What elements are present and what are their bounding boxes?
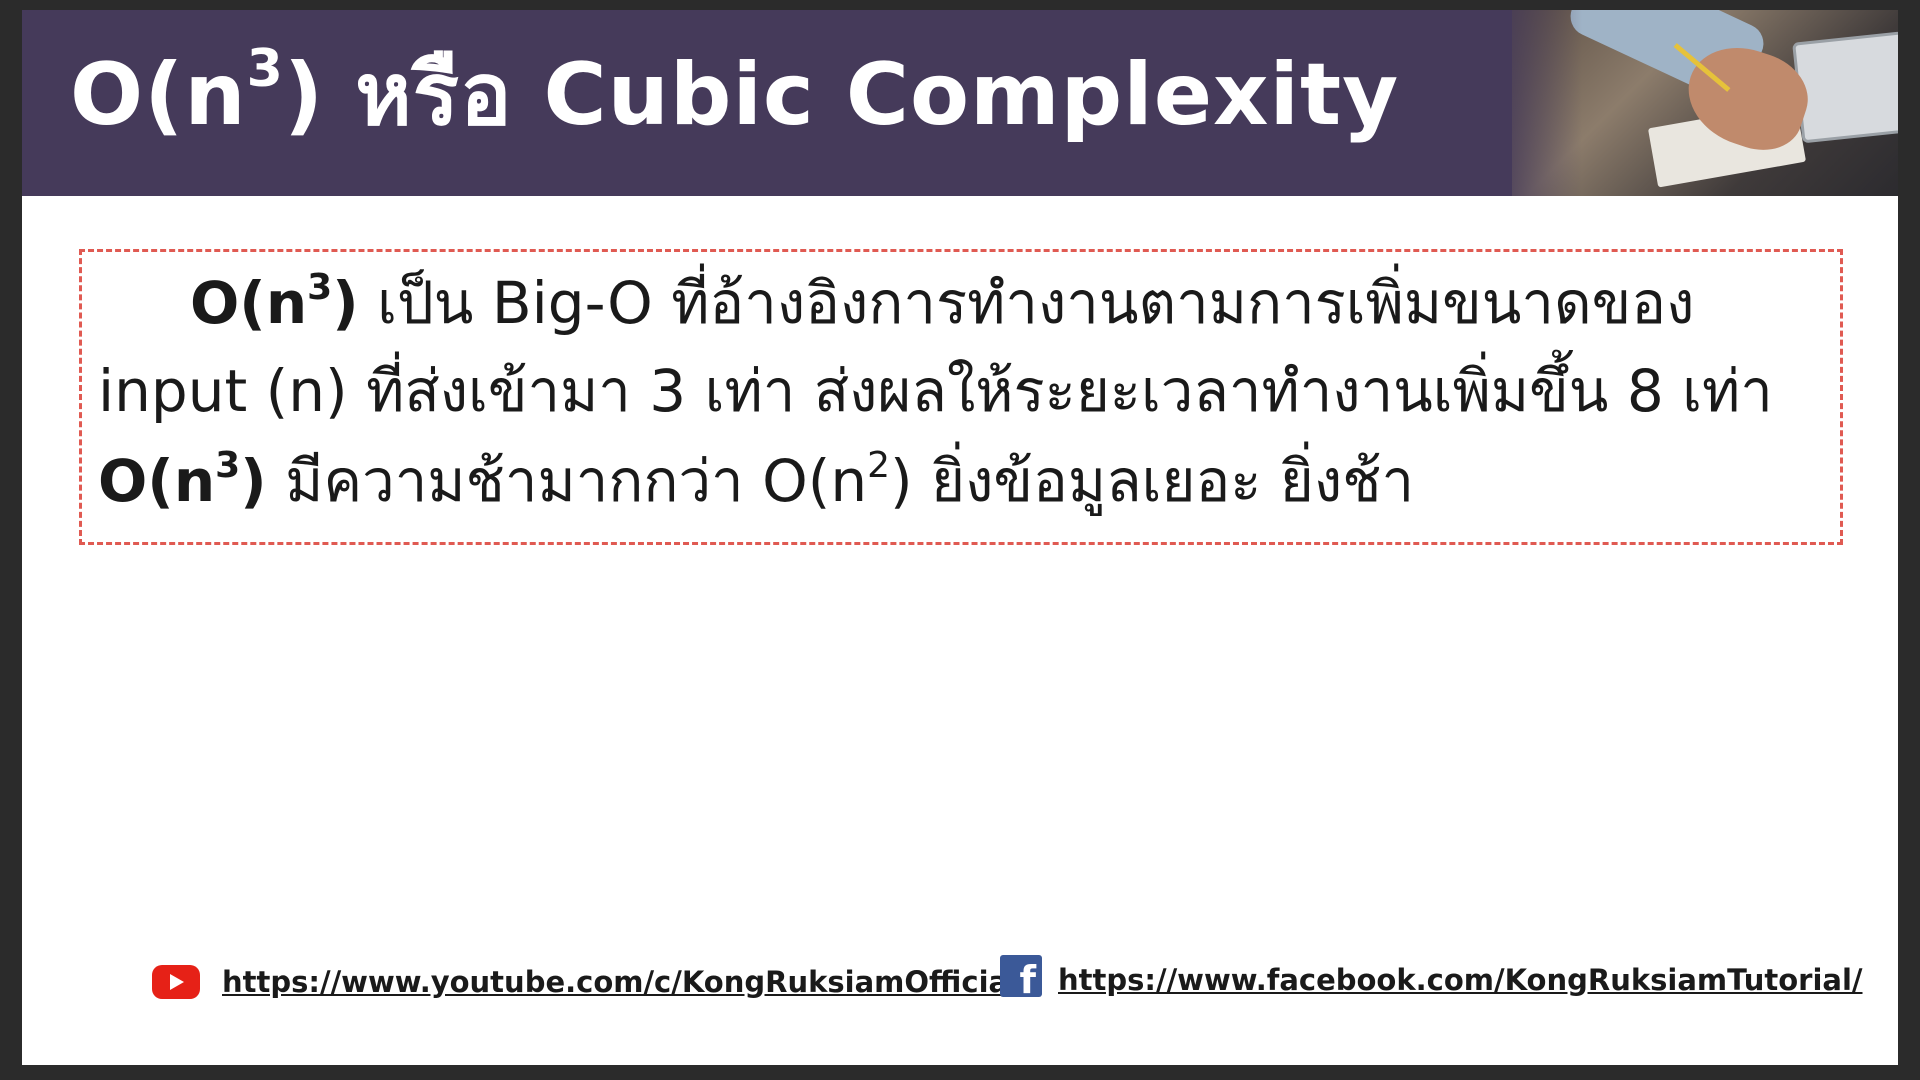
title-prefix: O(n bbox=[70, 45, 247, 145]
content-line-1: O(n3) เป็น Big-O ที่อ้างอิงการทำงานตามกา… bbox=[190, 270, 1694, 333]
header-bar: O(n3) หรือ Cubic Complexity bbox=[22, 10, 1898, 196]
line-3-text-a: มีความช้ามากกว่า O(n bbox=[266, 447, 868, 515]
line-3-superscript: 2 bbox=[867, 445, 891, 486]
facebook-icon[interactable]: f bbox=[1000, 955, 1042, 999]
line-1-text: เป็น Big-O ที่อ้างอิงการทำงานตามการเพิ่ม… bbox=[358, 269, 1695, 337]
title-superscript: 3 bbox=[246, 39, 284, 99]
content-line-3: O(n3) มีความช้ามากกว่า O(n2) ยิ่งข้อมูลเ… bbox=[98, 448, 1414, 511]
facebook-link[interactable]: https://www.facebook.com/KongRuksiamTuto… bbox=[1058, 963, 1863, 997]
line-2-text: input (n) ที่ส่งเข้ามา 3 เท่า ส่งผลให้ระ… bbox=[98, 357, 1773, 425]
big-o-label: O(n3) bbox=[190, 267, 359, 337]
line-3-text-b: ) ยิ่งข้อมูลเยอะ ยิ่งช้า bbox=[890, 447, 1415, 515]
youtube-icon[interactable] bbox=[152, 965, 200, 999]
page-title: O(n3) หรือ Cubic Complexity bbox=[70, 43, 1399, 138]
content-line-2: input (n) ที่ส่งเข้ามา 3 เท่า ส่งผลให้ระ… bbox=[98, 362, 1773, 420]
header-photo bbox=[1512, 10, 1898, 196]
slide: O(n3) หรือ Cubic Complexity O(n3) เป็น B… bbox=[22, 10, 1898, 1065]
big-o-label: O(n3) bbox=[98, 445, 267, 515]
content-box: O(n3) เป็น Big-O ที่อ้างอิงการทำงานตามกา… bbox=[79, 249, 1843, 545]
youtube-link[interactable]: https://www.youtube.com/c/KongRuksiamOff… bbox=[222, 965, 1029, 999]
title-suffix: ) หรือ Cubic Complexity bbox=[283, 45, 1400, 145]
